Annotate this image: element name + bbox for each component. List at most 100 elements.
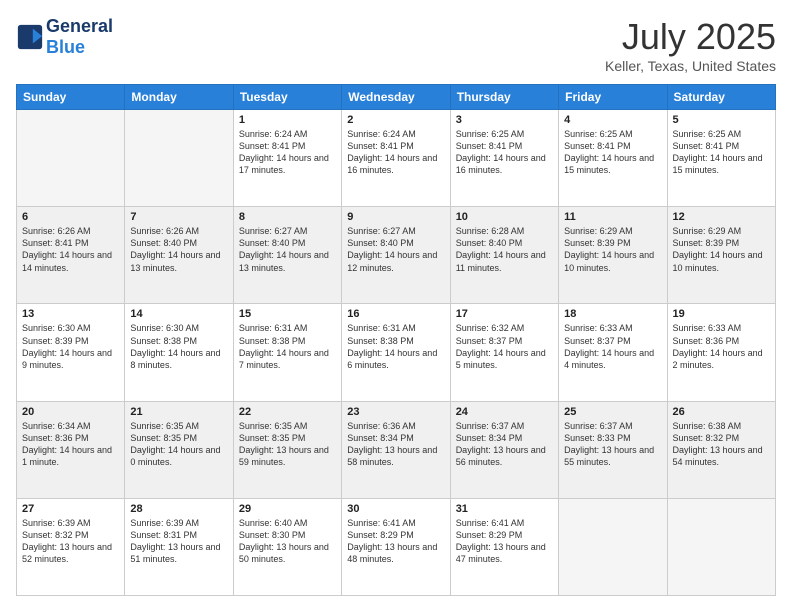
day-number: 21 (130, 406, 227, 418)
table-row: 6 Sunrise: 6:26 AMSunset: 8:41 PMDaylight… (17, 207, 125, 304)
day-number: 18 (564, 308, 661, 320)
table-row: 13 Sunrise: 6:30 AMSunset: 8:39 PMDayligh… (17, 304, 125, 401)
cell-details: Sunrise: 6:39 AMSunset: 8:32 PMDaylight:… (22, 517, 119, 566)
day-number: 13 (22, 308, 119, 320)
day-number: 10 (456, 211, 553, 223)
table-row: 4 Sunrise: 6:25 AMSunset: 8:41 PMDaylight… (559, 110, 667, 207)
calendar-week-row: 27 Sunrise: 6:39 AMSunset: 8:32 PMDayligh… (17, 498, 776, 595)
title-block: July 2025 Keller, Texas, United States (605, 16, 776, 74)
cell-details: Sunrise: 6:37 AMSunset: 8:34 PMDaylight:… (456, 420, 553, 469)
cell-details: Sunrise: 6:38 AMSunset: 8:32 PMDaylight:… (673, 420, 770, 469)
table-row: 17Sunrise: 6:32 AMSunset: 8:37 PMDayligh… (450, 304, 558, 401)
day-number: 9 (347, 211, 444, 223)
cell-details: Sunrise: 6:27 AMSunset: 8:40 PMDaylight:… (347, 225, 444, 274)
table-row: 26 Sunrise: 6:38 AMSunset: 8:32 PMDayligh… (667, 401, 775, 498)
cell-details: Sunrise: 6:29 AMSunset: 8:39 PMDaylight:… (673, 225, 770, 274)
calendar-table: Sunday Monday Tuesday Wednesday Thursday… (16, 84, 776, 596)
table-row: 27 Sunrise: 6:39 AMSunset: 8:32 PMDayligh… (17, 498, 125, 595)
logo-blue-text: Blue (46, 37, 85, 57)
table-row (125, 110, 233, 207)
table-row: 10 Sunrise: 6:28 AMSunset: 8:40 PMDayligh… (450, 207, 558, 304)
day-number: 8 (239, 211, 336, 223)
table-row: 11 Sunrise: 6:29 AMSunset: 8:39 PMDayligh… (559, 207, 667, 304)
cell-details: Sunrise: 6:41 AMSunset: 8:29 PMDaylight:… (347, 517, 444, 566)
day-number: 5 (673, 114, 770, 126)
cell-details: Sunrise: 6:30 AMSunset: 8:38 PMDaylight:… (130, 322, 227, 371)
day-number: 7 (130, 211, 227, 223)
table-row: 12 Sunrise: 6:29 AMSunset: 8:39 PMDayligh… (667, 207, 775, 304)
month-title: July 2025 (605, 16, 776, 58)
col-sunday: Sunday (17, 85, 125, 110)
day-number: 24 (456, 406, 553, 418)
table-row: 1Sunrise: 6:24 AMSunset: 8:41 PMDaylight… (233, 110, 341, 207)
logo-general-text: General (46, 16, 113, 36)
col-monday: Monday (125, 85, 233, 110)
calendar-header-row: Sunday Monday Tuesday Wednesday Thursday… (17, 85, 776, 110)
table-row: 2Sunrise: 6:24 AMSunset: 8:41 PMDaylight… (342, 110, 450, 207)
table-row: 24 Sunrise: 6:37 AMSunset: 8:34 PMDayligh… (450, 401, 558, 498)
cell-details: Sunrise: 6:33 AMSunset: 8:36 PMDaylight:… (673, 322, 770, 371)
day-number: 19 (673, 308, 770, 320)
cell-details: Sunrise: 6:30 AMSunset: 8:39 PMDaylight:… (22, 322, 119, 371)
table-row: 15 Sunrise: 6:31 AMSunset: 8:38 PMDayligh… (233, 304, 341, 401)
col-thursday: Thursday (450, 85, 558, 110)
page: General Blue July 2025 Keller, Texas, Un… (0, 0, 792, 612)
cell-details: Sunrise: 6:26 AMSunset: 8:41 PMDaylight:… (22, 225, 119, 274)
table-row: 3 Sunrise: 6:25 AMSunset: 8:41 PMDaylight… (450, 110, 558, 207)
day-number: 14 (130, 308, 227, 320)
cell-details: Sunrise: 6:25 AMSunset: 8:41 PMDaylight:… (564, 128, 661, 177)
day-number: 22 (239, 406, 336, 418)
table-row: 8Sunrise: 6:27 AMSunset: 8:40 PMDaylight… (233, 207, 341, 304)
cell-details: Sunrise: 6:25 AMSunset: 8:41 PMDaylight:… (673, 128, 770, 177)
day-number: 11 (564, 211, 661, 223)
cell-details: Sunrise: 6:24 AMSunset: 8:41 PMDaylight:… (239, 128, 336, 177)
cell-details: Sunrise: 6:35 AMSunset: 8:35 PMDaylight:… (239, 420, 336, 469)
day-number: 31 (456, 503, 553, 515)
cell-details: Sunrise: 6:39 AMSunset: 8:31 PMDaylight:… (130, 517, 227, 566)
col-tuesday: Tuesday (233, 85, 341, 110)
table-row: 20Sunrise: 6:34 AMSunset: 8:36 PMDayligh… (17, 401, 125, 498)
day-number: 17 (456, 308, 553, 320)
day-number: 15 (239, 308, 336, 320)
col-saturday: Saturday (667, 85, 775, 110)
logo: General Blue (16, 16, 113, 58)
cell-details: Sunrise: 6:25 AMSunset: 8:41 PMDaylight:… (456, 128, 553, 177)
cell-details: Sunrise: 6:28 AMSunset: 8:40 PMDaylight:… (456, 225, 553, 274)
day-number: 12 (673, 211, 770, 223)
cell-details: Sunrise: 6:29 AMSunset: 8:39 PMDaylight:… (564, 225, 661, 274)
logo-icon (16, 23, 44, 51)
day-number: 3 (456, 114, 553, 126)
table-row: 16Sunrise: 6:31 AMSunset: 8:38 PMDayligh… (342, 304, 450, 401)
day-number: 30 (347, 503, 444, 515)
table-row: 18 Sunrise: 6:33 AMSunset: 8:37 PMDayligh… (559, 304, 667, 401)
header: General Blue July 2025 Keller, Texas, Un… (16, 16, 776, 74)
day-number: 4 (564, 114, 661, 126)
cell-details: Sunrise: 6:31 AMSunset: 8:38 PMDaylight:… (239, 322, 336, 371)
day-number: 26 (673, 406, 770, 418)
table-row: 29 Sunrise: 6:40 AMSunset: 8:30 PMDayligh… (233, 498, 341, 595)
table-row: 7Sunrise: 6:26 AMSunset: 8:40 PMDaylight… (125, 207, 233, 304)
table-row: 5 Sunrise: 6:25 AMSunset: 8:41 PMDaylight… (667, 110, 775, 207)
day-number: 25 (564, 406, 661, 418)
table-row (17, 110, 125, 207)
day-number: 29 (239, 503, 336, 515)
table-row: 31Sunrise: 6:41 AMSunset: 8:29 PMDayligh… (450, 498, 558, 595)
cell-details: Sunrise: 6:40 AMSunset: 8:30 PMDaylight:… (239, 517, 336, 566)
table-row: 30 Sunrise: 6:41 AMSunset: 8:29 PMDayligh… (342, 498, 450, 595)
table-row: 19 Sunrise: 6:33 AMSunset: 8:36 PMDayligh… (667, 304, 775, 401)
cell-details: Sunrise: 6:35 AMSunset: 8:35 PMDaylight:… (130, 420, 227, 469)
col-friday: Friday (559, 85, 667, 110)
col-wednesday: Wednesday (342, 85, 450, 110)
day-number: 6 (22, 211, 119, 223)
cell-details: Sunrise: 6:24 AMSunset: 8:41 PMDaylight:… (347, 128, 444, 177)
calendar-week-row: 13 Sunrise: 6:30 AMSunset: 8:39 PMDayligh… (17, 304, 776, 401)
table-row: 9 Sunrise: 6:27 AMSunset: 8:40 PMDaylight… (342, 207, 450, 304)
day-number: 27 (22, 503, 119, 515)
calendar-week-row: 6 Sunrise: 6:26 AMSunset: 8:41 PMDaylight… (17, 207, 776, 304)
day-number: 28 (130, 503, 227, 515)
day-number: 20 (22, 406, 119, 418)
cell-details: Sunrise: 6:33 AMSunset: 8:37 PMDaylight:… (564, 322, 661, 371)
calendar-week-row: 1Sunrise: 6:24 AMSunset: 8:41 PMDaylight… (17, 110, 776, 207)
location: Keller, Texas, United States (605, 58, 776, 74)
table-row: 25Sunrise: 6:37 AMSunset: 8:33 PMDayligh… (559, 401, 667, 498)
